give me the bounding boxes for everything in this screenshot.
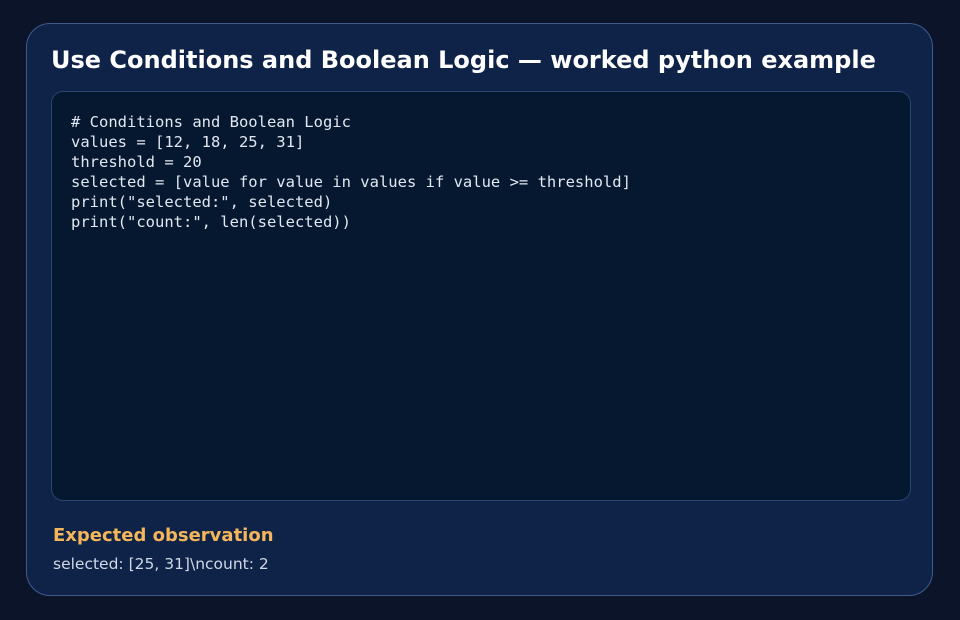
example-card: Use Conditions and Boolean Logic — worke… (26, 23, 933, 596)
code-block: # Conditions and Boolean Logic values = [… (71, 112, 631, 232)
code-line: print("selected:", selected) (71, 193, 333, 211)
code-line: # Conditions and Boolean Logic (71, 113, 351, 131)
code-line: threshold = 20 (71, 153, 202, 171)
observation-text: selected: [25, 31]\ncount: 2 (53, 555, 269, 573)
code-panel: # Conditions and Boolean Logic values = [… (51, 91, 911, 501)
code-line: values = [12, 18, 25, 31] (71, 133, 305, 151)
page-title: Use Conditions and Boolean Logic — worke… (51, 46, 876, 74)
observation-heading: Expected observation (53, 525, 274, 546)
code-line: print("count:", len(selected)) (71, 213, 351, 231)
code-line: selected = [value for value in values if… (71, 173, 631, 191)
